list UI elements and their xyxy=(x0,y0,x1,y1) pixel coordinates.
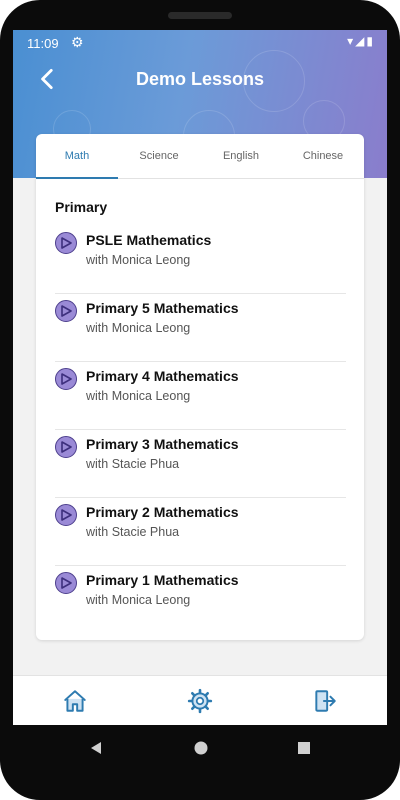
subject-tabs: Math Science English Chinese xyxy=(36,134,364,179)
home-icon[interactable] xyxy=(62,688,88,714)
tab-science[interactable]: Science xyxy=(118,134,200,178)
list-item[interactable]: Primary 3 Mathematics with Stacie Phua xyxy=(55,430,346,498)
back-triangle-icon[interactable] xyxy=(88,740,104,756)
play-icon[interactable] xyxy=(55,232,77,254)
signal-battery-icons: ▾◢▮ xyxy=(347,34,375,48)
lesson-list: PSLE Mathematics with Monica Leong Prima… xyxy=(55,226,346,633)
lesson-teacher: with Monica Leong xyxy=(86,593,191,607)
play-icon[interactable] xyxy=(55,436,77,458)
lesson-title: Primary 3 Mathematics xyxy=(86,436,239,452)
recents-square-icon[interactable] xyxy=(296,740,312,756)
list-item[interactable]: PSLE Mathematics with Monica Leong xyxy=(55,226,346,294)
list-item[interactable]: Primary 2 Mathematics with Stacie Phua xyxy=(55,498,346,566)
lesson-teacher: with Monica Leong xyxy=(86,321,191,335)
play-icon[interactable] xyxy=(55,504,77,526)
section-heading: Primary xyxy=(55,199,108,215)
page-title: Demo Lessons xyxy=(135,69,265,89)
home-circle-icon[interactable] xyxy=(193,740,209,756)
lesson-title: Primary 5 Mathematics xyxy=(86,300,239,316)
clock: 11:09 xyxy=(27,36,59,51)
list-item[interactable]: Primary 1 Mathematics with Monica Leong xyxy=(55,566,346,633)
list-item[interactable]: Primary 4 Mathematics with Monica Leong xyxy=(55,362,346,430)
play-icon[interactable] xyxy=(55,300,77,322)
lesson-teacher: with Stacie Phua xyxy=(86,457,180,471)
lesson-teacher: with Stacie Phua xyxy=(86,525,180,539)
play-icon[interactable] xyxy=(55,572,77,594)
system-navigation xyxy=(0,728,400,768)
list-item[interactable]: Primary 5 Mathematics with Monica Leong xyxy=(55,294,346,362)
gear-icon: ⚙ xyxy=(71,34,84,50)
app-screen: 11:09 ⚙ ▾◢▮ Demo Lessons Math Science En… xyxy=(13,30,387,725)
settings-gear-icon[interactable] xyxy=(187,688,213,714)
earpiece-speaker xyxy=(168,12,232,19)
lesson-title: PSLE Mathematics xyxy=(86,232,212,248)
lessons-card: Math Science English Chinese Primary PSL… xyxy=(36,134,364,640)
status-bar: 11:09 ⚙ ▾◢▮ xyxy=(13,30,387,56)
lesson-title: Primary 2 Mathematics xyxy=(86,504,239,520)
play-icon[interactable] xyxy=(55,368,77,390)
lesson-title: Primary 1 Mathematics xyxy=(86,572,239,588)
phone-frame: 11:09 ⚙ ▾◢▮ Demo Lessons Math Science En… xyxy=(0,0,400,800)
lesson-teacher: with Monica Leong xyxy=(86,389,191,403)
lesson-title: Primary 4 Mathematics xyxy=(86,368,239,384)
tab-chinese[interactable]: Chinese xyxy=(282,134,364,178)
lesson-teacher: with Monica Leong xyxy=(86,253,191,267)
logout-icon[interactable] xyxy=(312,688,338,714)
tab-math[interactable]: Math xyxy=(36,134,118,179)
bottom-navigation xyxy=(13,675,387,725)
tab-english[interactable]: English xyxy=(200,134,282,178)
